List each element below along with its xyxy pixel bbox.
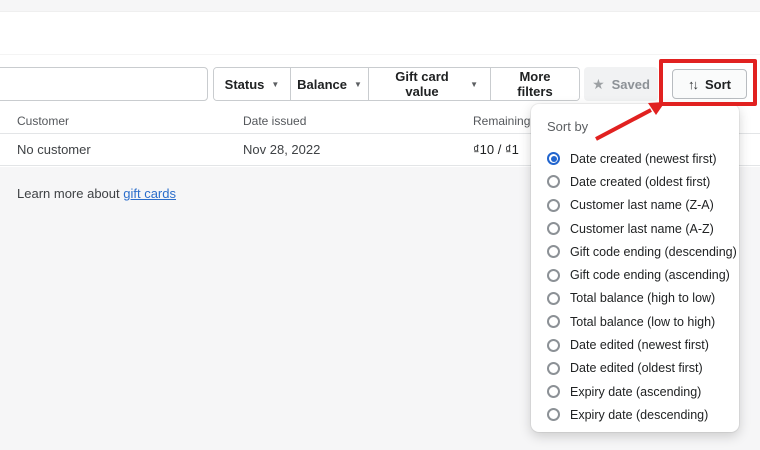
search-input[interactable] (0, 68, 207, 100)
sort-option-label: Total balance (low to high) (570, 314, 716, 329)
gift-card-value-filter-button[interactable]: Gift card value ▼ (369, 68, 491, 100)
saved-button[interactable]: ★ Saved (584, 67, 658, 101)
table-cell: No customer (17, 142, 91, 157)
star-icon: ★ (592, 76, 605, 92)
filter-button-group: Status ▼ Balance ▼ Gift card value ▼ Mor… (213, 67, 580, 101)
sort-option[interactable]: Expiry date (descending) (547, 403, 731, 426)
sort-option[interactable]: Gift code ending (ascending) (547, 263, 731, 286)
column-header: Date issued (243, 113, 307, 128)
card-top-divider (0, 54, 760, 55)
sort-option-label: Expiry date (descending) (570, 407, 709, 422)
sort-option-label: Total balance (high to low) (570, 291, 716, 306)
sort-popover: Sort by Date created (newest first) Date … (531, 104, 739, 432)
chevron-down-icon: ▼ (470, 79, 478, 89)
chevron-down-icon: ▼ (271, 79, 280, 89)
radio-icon[interactable] (547, 175, 560, 189)
learn-more-text: Learn more about gift cards (17, 186, 176, 201)
sort-arrows-icon: ↑↓ (688, 76, 699, 92)
sort-option[interactable]: Gift code ending (descending) (547, 240, 737, 263)
status-filter-label: Status (224, 76, 265, 92)
table-cell: Nov 28, 2022 (243, 142, 321, 157)
sort-option-label: Date created (oldest first) (570, 174, 711, 189)
status-filter-button[interactable]: Status ▼ (214, 68, 291, 100)
sort-button-label: Sort (705, 76, 731, 92)
sort-option-label: Date edited (newest first) (570, 338, 709, 353)
radio-icon[interactable] (547, 338, 560, 352)
radio-icon[interactable] (547, 291, 560, 305)
saved-button-label: Saved (611, 76, 650, 92)
sort-option[interactable]: Customer last name (A-Z) (547, 217, 731, 240)
radio-icon[interactable] (547, 385, 560, 399)
sort-option-label: Customer last name (Z-A) (570, 198, 714, 213)
radio-icon[interactable] (547, 361, 560, 375)
chevron-down-icon: ▼ (353, 79, 362, 89)
sort-option[interactable]: Total balance (high to low) (547, 287, 731, 310)
sort-option-label: Date created (newest first) (570, 151, 717, 166)
sort-option-label: Gift code ending (descending) (570, 244, 737, 259)
radio-icon[interactable] (547, 222, 560, 236)
sort-option[interactable]: Date edited (newest first) (547, 333, 731, 356)
balance-filter-label: Balance (297, 76, 347, 92)
search-input-wrapper (0, 67, 208, 101)
sort-option-label: Gift code ending (ascending) (570, 268, 730, 283)
radio-icon[interactable] (547, 152, 560, 166)
sort-options-list: Date created (newest first) Date created … (531, 138, 739, 435)
top-bar-strip (0, 0, 760, 12)
sort-option[interactable]: Date edited (oldest first) (547, 357, 731, 380)
sort-option[interactable]: Customer last name (Z-A) (547, 194, 731, 217)
sort-option[interactable]: Date created (newest first) (547, 147, 731, 170)
sort-option-label: Expiry date (ascending) (570, 384, 702, 399)
more-filters-button[interactable]: More filters (491, 68, 579, 100)
sort-option[interactable]: Total balance (low to high) (547, 310, 731, 333)
gift-card-value-filter-label: Gift card value (395, 69, 449, 99)
sort-option[interactable]: Date created (oldest first) (547, 170, 731, 193)
more-filters-label: More filters (517, 69, 553, 99)
sort-option[interactable]: Expiry date (ascending) (547, 380, 731, 403)
sort-option-label: Customer last name (A-Z) (570, 221, 714, 236)
gift-cards-link[interactable]: gift cards (123, 186, 176, 201)
column-header: Customer (17, 113, 70, 128)
radio-icon[interactable] (547, 408, 560, 422)
radio-icon[interactable] (547, 198, 560, 212)
radio-icon[interactable] (547, 245, 560, 259)
balance-filter-button[interactable]: Balance ▼ (291, 68, 369, 100)
radio-icon[interactable] (547, 315, 560, 329)
sort-option-label: Date edited (oldest first) (570, 361, 703, 376)
learn-more-prefix: Learn more about (17, 186, 124, 201)
sort-popover-title: Sort by (547, 119, 589, 134)
sort-button[interactable]: ↑↓ Sort (672, 69, 747, 99)
radio-icon[interactable] (547, 268, 560, 282)
